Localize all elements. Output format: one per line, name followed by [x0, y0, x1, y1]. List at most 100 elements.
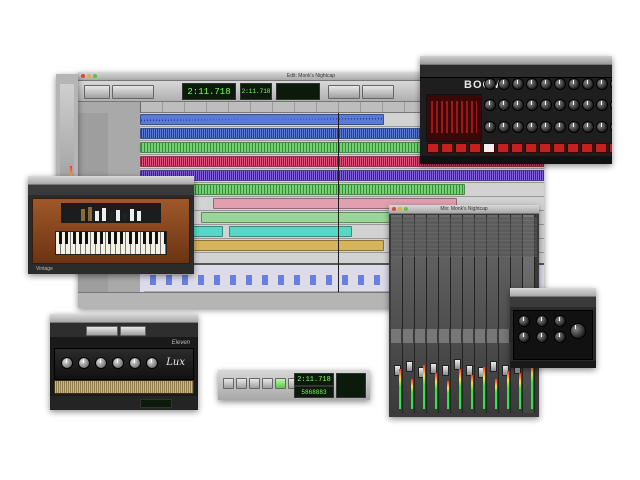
edit-mode-button[interactable]	[84, 85, 110, 99]
amp-knob[interactable]	[129, 357, 141, 369]
eq-knob[interactable]	[536, 315, 548, 327]
organ-keyboard[interactable]	[55, 231, 167, 255]
eleven-preset-button[interactable]	[86, 326, 118, 336]
amp-knob[interactable]	[95, 357, 107, 369]
main-counter[interactable]: 2:11.718	[182, 83, 236, 100]
drawbar[interactable]	[95, 211, 99, 221]
boom-step-pad[interactable]	[455, 143, 467, 153]
channel-fader[interactable]	[490, 361, 497, 372]
fast-forward-button[interactable]	[249, 378, 260, 389]
grid-button[interactable]	[328, 85, 360, 99]
boom-knob[interactable]	[540, 99, 552, 112]
drawbar[interactable]	[88, 207, 92, 221]
boom-knob[interactable]	[526, 99, 538, 112]
amp-knob[interactable]	[61, 357, 73, 369]
boom-step-pad[interactable]	[539, 143, 551, 153]
eq-knob[interactable]	[518, 331, 530, 343]
channel-fader[interactable]	[406, 361, 413, 372]
organ-titlebar[interactable]	[28, 176, 194, 185]
boom-knob[interactable]	[512, 78, 524, 90]
boom-knob[interactable]	[610, 120, 612, 133]
eq-knob[interactable]	[518, 315, 530, 327]
boom-knob[interactable]	[554, 78, 566, 90]
eleven-titlebar[interactable]	[50, 314, 198, 323]
nudge-button[interactable]	[362, 85, 394, 99]
boom-step-pad[interactable]	[469, 143, 481, 153]
boom-knob[interactable]	[484, 78, 496, 90]
boom-knob[interactable]	[568, 99, 580, 112]
transport-sub-counter[interactable]: 5868883	[294, 386, 334, 398]
boom-step-pad[interactable]	[567, 143, 579, 153]
boom-knob[interactable]	[540, 78, 552, 90]
drawbar[interactable]	[109, 212, 113, 221]
audio-clip[interactable]	[140, 114, 385, 125]
boom-knob[interactable]	[498, 120, 510, 133]
stop-button[interactable]	[262, 378, 273, 389]
boom-knob[interactable]	[568, 78, 580, 90]
drawbar[interactable]	[81, 209, 85, 221]
playhead[interactable]	[338, 113, 339, 292]
drawbar[interactable]	[123, 213, 127, 221]
eleven-tuner-display[interactable]	[140, 399, 172, 408]
boom-step-pad[interactable]	[609, 143, 612, 153]
transport-counter[interactable]: 2:11.718	[294, 373, 334, 386]
audio-clip[interactable]	[180, 240, 385, 251]
boom-step-pad[interactable]	[581, 143, 593, 153]
boom-step-pad[interactable]	[441, 143, 453, 153]
boom-knob[interactable]	[512, 99, 524, 112]
boom-display[interactable]	[426, 94, 482, 142]
boom-knob[interactable]	[554, 99, 566, 112]
amp-knob[interactable]	[78, 357, 90, 369]
eq-knob[interactable]	[554, 315, 566, 327]
boom-knob[interactable]	[484, 120, 496, 133]
boom-knob[interactable]	[484, 99, 496, 112]
amp-knob[interactable]	[146, 357, 158, 369]
return-to-zero-button[interactable]	[223, 378, 234, 389]
boom-knob[interactable]	[568, 120, 580, 133]
boom-knob[interactable]	[526, 120, 538, 133]
selection-display[interactable]	[276, 83, 320, 100]
boom-knob[interactable]	[582, 99, 594, 112]
audio-clip[interactable]	[228, 226, 353, 237]
boom-step-pad[interactable]	[427, 143, 439, 153]
boom-step-pad[interactable]	[553, 143, 565, 153]
track-lane[interactable]	[140, 183, 544, 197]
boom-step-pad[interactable]	[525, 143, 537, 153]
secondary-counter[interactable]: 2:11.718	[240, 83, 272, 100]
boom-knob[interactable]	[512, 120, 524, 133]
boom-step-pad[interactable]	[483, 143, 495, 153]
boom-knob[interactable]	[596, 120, 608, 133]
audio-clip[interactable]	[140, 170, 544, 181]
boom-knob[interactable]	[526, 78, 538, 90]
track-lane[interactable]	[140, 169, 544, 183]
boom-knob[interactable]	[540, 120, 552, 133]
boom-knob[interactable]	[554, 120, 566, 133]
drawbar[interactable]	[102, 208, 106, 221]
boom-knob[interactable]	[582, 120, 594, 133]
boom-knob[interactable]	[596, 99, 608, 112]
boom-step-pad[interactable]	[497, 143, 509, 153]
rewind-button[interactable]	[236, 378, 247, 389]
edit-tool-button[interactable]	[112, 85, 154, 99]
boom-knob[interactable]	[582, 78, 594, 90]
boom-titlebar[interactable]	[420, 56, 612, 65]
boom-knob[interactable]	[498, 78, 510, 90]
eq-knob[interactable]	[536, 331, 548, 343]
drawbar[interactable]	[116, 210, 120, 221]
eq-titlebar[interactable]	[510, 288, 596, 297]
boom-step-pad[interactable]	[595, 143, 607, 153]
boom-step-pad[interactable]	[511, 143, 523, 153]
eq-knob[interactable]	[554, 331, 566, 343]
transport-aux-display[interactable]	[336, 373, 366, 398]
drawbar[interactable]	[137, 211, 141, 221]
play-button[interactable]	[275, 378, 286, 389]
boom-knob[interactable]	[610, 99, 612, 112]
boom-knob[interactable]	[596, 78, 608, 90]
channel-fader[interactable]	[442, 365, 449, 376]
amp-knob[interactable]	[112, 357, 124, 369]
eq-output-knob[interactable]	[570, 323, 586, 339]
boom-knob[interactable]	[498, 99, 510, 112]
drawbar[interactable]	[130, 209, 134, 221]
boom-knob[interactable]	[610, 78, 612, 90]
eleven-compare-button[interactable]	[120, 326, 146, 336]
